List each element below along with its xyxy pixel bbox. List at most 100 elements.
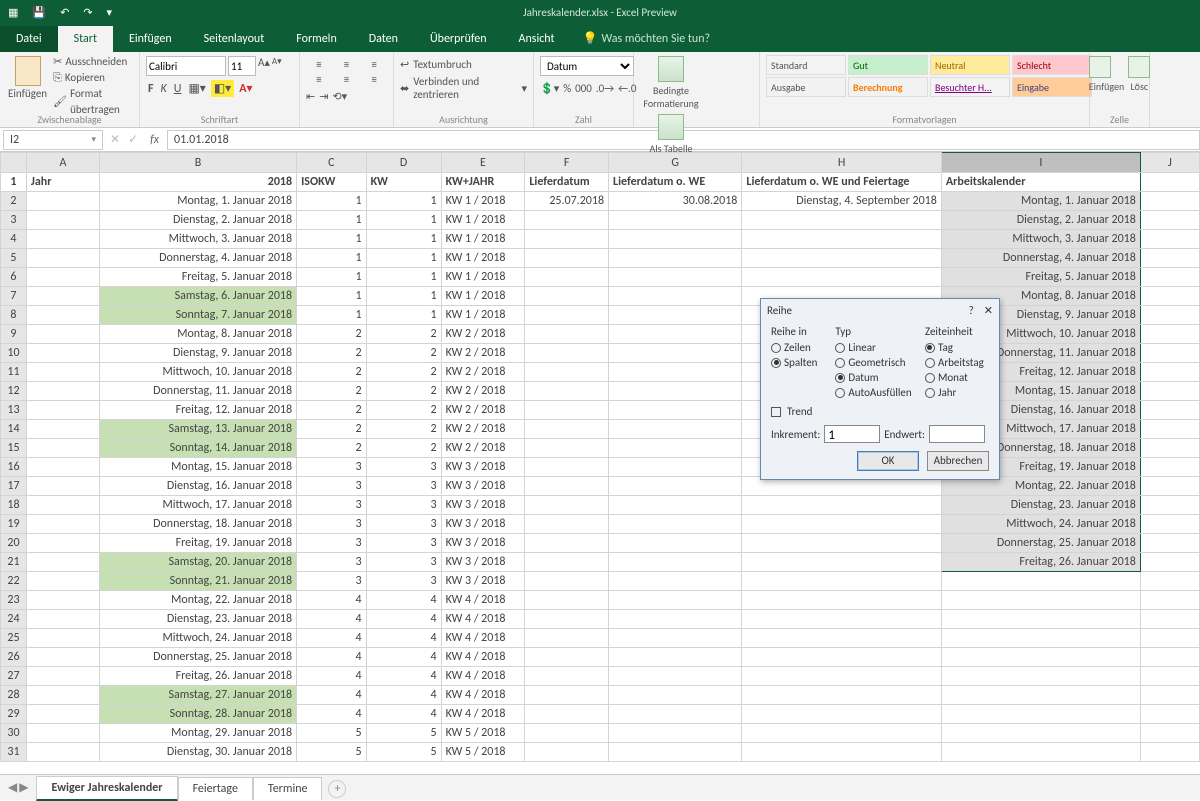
style-ausgabe[interactable]: Ausgabe [766,77,846,97]
cell[interactable]: Mittwoch, 10. Januar 2018 [100,363,297,382]
cell[interactable] [742,591,941,610]
currency-icon[interactable]: 💲▾ [540,82,559,95]
cell[interactable]: KW 2 / 2018 [441,325,525,344]
cell[interactable]: Lieferdatum o. WE und Feiertage [742,173,941,192]
cell[interactable] [609,325,742,344]
cell[interactable]: 1 [366,249,441,268]
cell[interactable] [609,477,742,496]
cell[interactable]: 5 [366,724,441,743]
cell[interactable] [26,591,99,610]
cell[interactable]: Freitag, 12. Januar 2018 [100,401,297,420]
cell[interactable] [525,439,609,458]
cell[interactable]: Donnerstag, 25. Januar 2018 [100,648,297,667]
cell[interactable]: 30.08.2018 [609,192,742,211]
row-header[interactable]: 1 [1,173,27,192]
cell[interactable]: Freitag, 26. Januar 2018 [100,667,297,686]
cell[interactable]: 3 [366,553,441,572]
row-header[interactable]: 26 [1,648,27,667]
cell[interactable] [525,287,609,306]
select-all-corner[interactable] [1,153,27,173]
cell[interactable] [1140,553,1199,572]
cell[interactable] [609,287,742,306]
cell[interactable]: 2 [297,420,366,439]
row-header[interactable]: 4 [1,230,27,249]
radio-datum[interactable]: Datum [835,370,915,385]
cell[interactable] [26,572,99,591]
cell[interactable] [26,724,99,743]
cell[interactable]: Donnerstag, 4. Januar 2018 [941,249,1140,268]
tab-file[interactable]: Datei [0,26,58,52]
row-header[interactable]: 30 [1,724,27,743]
cell[interactable] [26,629,99,648]
cell[interactable]: 2 [297,363,366,382]
cell[interactable]: 1 [297,249,366,268]
wrap-text-button[interactable]: ↩Textumbruch [400,58,527,71]
cell[interactable] [525,743,609,762]
tab-data[interactable]: Daten [353,26,414,52]
cell[interactable]: 2 [297,439,366,458]
cell[interactable] [742,249,941,268]
checkbox-trend[interactable]: Trend [771,404,989,419]
cell[interactable]: 3 [297,534,366,553]
cell[interactable]: 3 [366,477,441,496]
cell[interactable]: Mittwoch, 24. Januar 2018 [100,629,297,648]
font-color-button[interactable]: A▾ [237,80,254,97]
cell[interactable]: 2 [366,439,441,458]
orient-icon[interactable]: ⟲▾ [332,90,347,103]
cancel-button[interactable]: Abbrechen [927,451,989,471]
align-bot-icon[interactable]: ≡ [361,58,387,71]
cell[interactable] [742,705,941,724]
paste-button[interactable]: Einfügen [6,54,49,118]
cell[interactable]: 1 [366,192,441,211]
cell[interactable] [26,363,99,382]
cell[interactable] [609,553,742,572]
cell[interactable] [609,648,742,667]
comma-icon[interactable]: 000 [575,82,592,95]
cell[interactable] [1140,363,1199,382]
inc-decimal-icon[interactable]: .0→ [596,82,614,95]
cell[interactable] [941,686,1140,705]
align-top-icon[interactable]: ≡ [306,58,332,71]
cell[interactable] [26,287,99,306]
cell[interactable] [609,211,742,230]
cell[interactable]: 1 [297,230,366,249]
cell[interactable]: 4 [297,686,366,705]
conditional-formatting-button[interactable]: Bedingte Formatierung [640,54,702,112]
cell[interactable]: KW 2 / 2018 [441,344,525,363]
row-header[interactable]: 20 [1,534,27,553]
sheet-tab-ewiger[interactable]: Ewiger Jahreskalender [36,776,177,801]
cell[interactable] [26,553,99,572]
cell[interactable]: 2 [366,382,441,401]
cell[interactable] [525,572,609,591]
cell[interactable] [26,496,99,515]
cell[interactable]: KW 2 / 2018 [441,401,525,420]
row-header[interactable]: 28 [1,686,27,705]
cell[interactable] [1140,591,1199,610]
cell[interactable] [941,610,1140,629]
cell[interactable] [525,762,609,763]
cell[interactable] [26,743,99,762]
cell[interactable] [609,762,742,763]
cell[interactable] [1140,306,1199,325]
cell[interactable] [609,724,742,743]
cell[interactable] [742,743,941,762]
tab-home[interactable]: Start [58,26,113,52]
cell[interactable] [26,401,99,420]
cell[interactable]: KW 4 / 2018 [441,629,525,648]
cell[interactable] [742,724,941,743]
cell[interactable]: 4 [297,667,366,686]
cell[interactable] [26,667,99,686]
cell[interactable] [1140,686,1199,705]
cell[interactable] [609,629,742,648]
style-eingabe[interactable]: Eingabe [1012,77,1092,97]
cell[interactable]: KW 2 / 2018 [441,363,525,382]
cell[interactable] [609,591,742,610]
sheet-tab-feiertage[interactable]: Feiertage [178,777,253,800]
cell[interactable]: Donnerstag, 18. Januar 2018 [100,515,297,534]
col-header-B[interactable]: B [100,153,297,173]
cell[interactable]: KW 5 / 2018 [441,724,525,743]
row-header[interactable]: 2 [1,192,27,211]
cell[interactable]: Lieferdatum [525,173,609,192]
col-header-F[interactable]: F [525,153,609,173]
cell[interactable]: KW [366,173,441,192]
